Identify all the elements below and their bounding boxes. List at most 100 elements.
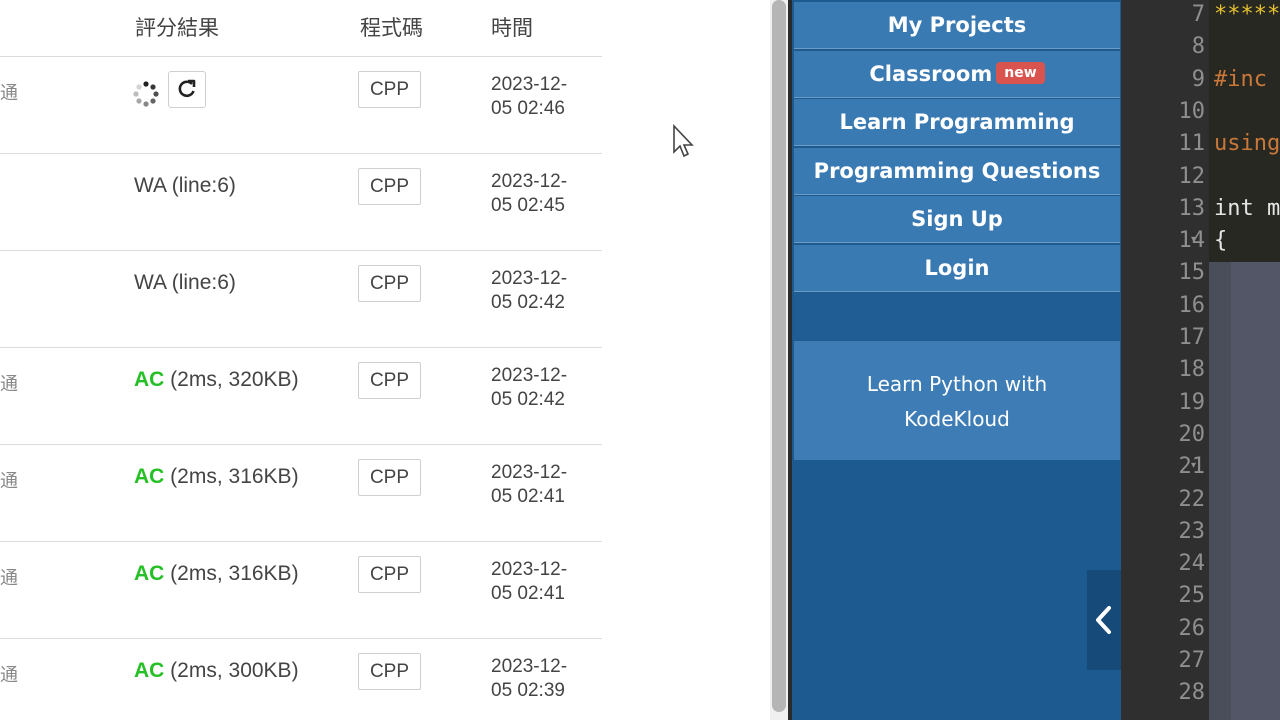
code-language-button[interactable]: CPP (358, 71, 421, 108)
new-badge: new (996, 62, 1045, 84)
submission-clock: 05 02:41 (491, 486, 565, 507)
submission-time: 2023-12- 05 02:39 (491, 655, 567, 703)
submission-time: 2023-12- 05 02:41 (491, 461, 567, 509)
result-detail: (2ms, 316KB) (164, 465, 299, 488)
nav-item-label: Sign Up (911, 207, 1003, 231)
line-number: 9 (1191, 66, 1205, 92)
vertical-scrollbar[interactable] (770, 0, 788, 720)
code-language-button[interactable]: CPP (358, 265, 421, 302)
code-text-area[interactable]: ***** #inc using int m { (1209, 0, 1280, 720)
nav-item-sign-up[interactable]: Sign Up (794, 196, 1120, 243)
header-result: 評分結果 (135, 16, 219, 40)
submission-time: 2023-12- 05 02:45 (491, 170, 567, 218)
submission-time: 2023-12- 05 02:42 (491, 364, 567, 412)
line-number: 18 (1178, 357, 1206, 383)
line-number: 8 (1191, 34, 1205, 60)
code-language-button[interactable]: CPP (358, 168, 421, 205)
nav-item-label: Learn Programming (839, 110, 1075, 134)
submission-row: 通 CPP 2023-12- 05 02:46 (0, 57, 602, 154)
submission-clock: 05 02:39 (491, 680, 565, 701)
submission-date: 2023-12- (491, 268, 568, 289)
promo-banner[interactable]: Learn Python with KodeKloud (794, 341, 1120, 460)
line-number: 17 (1178, 325, 1206, 350)
nav-item-login[interactable]: Login (794, 245, 1120, 292)
code-language-button[interactable]: CPP (358, 459, 421, 496)
line-number: 7 (1191, 2, 1205, 27)
chevron-left-icon (1096, 606, 1111, 634)
submission-date: 2023-12- (491, 656, 568, 677)
code-line: using (1214, 131, 1280, 157)
submission-clock: 05 02:41 (491, 583, 565, 604)
submission-result[interactable]: AC (2ms, 300KB) (134, 659, 299, 683)
status-ac-label: AC (134, 659, 165, 682)
result-detail: (2ms, 316KB) (164, 562, 299, 585)
submission-row: WA (line:6) CPP 2023-12- 05 02:42 (0, 251, 602, 348)
header-time: 時間 (491, 16, 533, 40)
submission-date: 2023-12- (491, 74, 568, 95)
result-detail: WA (line:6) (134, 174, 236, 197)
code-line: #inc (1214, 66, 1267, 92)
code-line: int m (1214, 195, 1280, 221)
promo-text-line2: KodeKloud (904, 407, 1010, 431)
nav-item-label: Classroom (869, 62, 993, 86)
line-number-gutter: 7 8 9 10 11 12 13 14 ▾ 15 16 17 18 19 20 21 ▾ 22 23 24 25 26 2… (1121, 0, 1209, 720)
result-detail: WA (line:6) (134, 271, 236, 294)
submission-row: 通 AC (2ms, 316KB) CPP 2023-12- 05 02:41 (0, 542, 602, 639)
submission-time: 2023-12- 05 02:46 (491, 73, 567, 121)
submission-row: 通 AC (2ms, 316KB) CPP 2023-12- 05 02:41 (0, 445, 602, 542)
code-language-button[interactable]: CPP (358, 653, 421, 690)
nav-item-programming-questions[interactable]: Programming Questions (794, 148, 1120, 195)
line-number: 13 (1178, 195, 1206, 221)
site-nav-menu: My Projects Classroom new Learn Programming… (792, 0, 1121, 720)
nav-item-learn-programming[interactable]: Learn Programming (794, 99, 1120, 146)
submission-clock: 05 02:45 (491, 195, 565, 216)
submission-row: 通 AC (2ms, 320KB) CPP 2023-12- 05 02:42 (0, 348, 602, 445)
problem-name-cut[interactable]: 通 (0, 564, 18, 590)
refresh-button[interactable] (168, 71, 206, 108)
nav-item-my-projects[interactable]: My Projects (794, 2, 1120, 49)
submissions-table-header: 評分結果 程式碼 時間 (0, 0, 602, 57)
submission-result[interactable]: WA (line:6) (134, 271, 236, 295)
sidebar-collapse-button[interactable] (1087, 570, 1121, 670)
line-number: 12 (1178, 163, 1206, 189)
problem-name-cut[interactable]: 通 (0, 370, 18, 396)
promo-text-line1: Learn Python with (866, 372, 1048, 396)
scrollbar-thumb[interactable] (772, 0, 786, 712)
nav-item-classroom[interactable]: Classroom new (794, 51, 1120, 98)
status-ac-label: AC (134, 368, 165, 391)
problem-name-cut[interactable]: 通 (0, 79, 18, 105)
line-number: 26 (1178, 615, 1206, 641)
line-number: 10 (1178, 98, 1206, 124)
submission-row: 通 AC (2ms, 300KB) CPP 2023-12- 05 02:39 (0, 639, 602, 720)
line-number: 22 (1178, 486, 1206, 512)
code-language-button[interactable]: CPP (358, 362, 421, 399)
problem-name-cut[interactable]: 通 (0, 467, 18, 493)
submission-clock: 05 02:46 (491, 98, 565, 119)
submission-result[interactable]: WA (line:6) (134, 174, 236, 198)
submission-row: WA (line:6) CPP 2023-12- 05 02:45 (0, 154, 602, 251)
result-detail: (2ms, 300KB) (164, 659, 299, 682)
line-number: 16 (1178, 292, 1206, 318)
submission-time: 2023-12- 05 02:41 (491, 558, 567, 606)
nav-item-label: My Projects (887, 13, 1027, 37)
submission-clock: 05 02:42 (491, 389, 565, 410)
submission-clock: 05 02:42 (491, 292, 565, 313)
fold-arrow-icon[interactable]: ▾ (1191, 234, 1196, 245)
loading-spinner-icon (133, 81, 159, 107)
problem-name-cut[interactable]: 通 (0, 661, 18, 687)
line-number: 20 (1178, 421, 1206, 447)
submission-date: 2023-12- (491, 365, 568, 386)
code-language-button[interactable]: CPP (358, 556, 421, 593)
submission-result[interactable]: AC (2ms, 320KB) (134, 368, 299, 392)
fold-arrow-icon[interactable]: ▾ (1191, 460, 1196, 471)
line-number: 15 (1178, 260, 1206, 286)
submission-date: 2023-12- (491, 462, 568, 483)
line-number: 25 (1178, 583, 1206, 609)
code-editor[interactable]: 7 8 9 10 11 12 13 14 ▾ 15 16 17 18 19 20 21 ▾ 22 23 24 25 26 2… (1121, 0, 1280, 720)
submission-result[interactable]: AC (2ms, 316KB) (134, 465, 299, 489)
line-number: 24 (1178, 551, 1206, 577)
nav-spacer (794, 293, 1120, 340)
submission-result[interactable]: AC (2ms, 316KB) (134, 562, 299, 586)
nav-item-label: Programming Questions (813, 159, 1101, 183)
status-ac-label: AC (134, 465, 165, 488)
